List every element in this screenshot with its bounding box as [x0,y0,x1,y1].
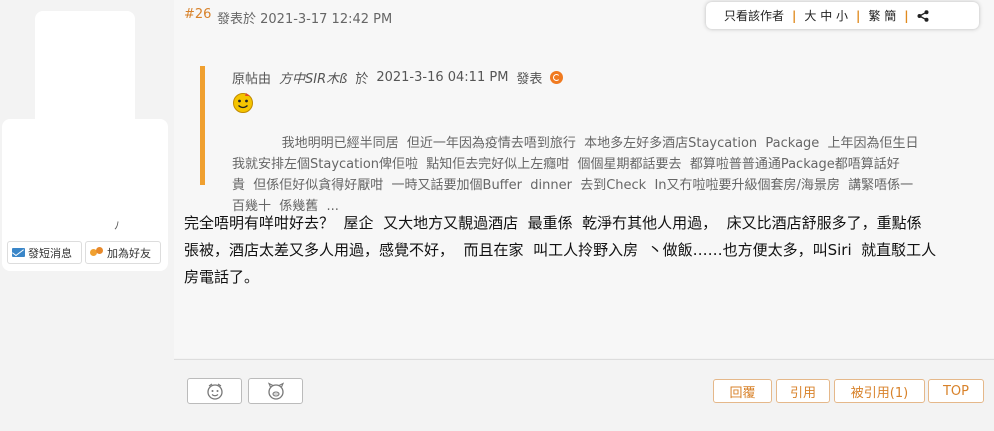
quote-header: 原帖由 方中SIR木ß 於 2021-3-16 04:11 PM 發表 [232,68,970,87]
post: #26 發表於 2021-3-17 12:42 PM 只看該作者 | 大 中 小… [174,0,994,358]
send-message-label: 發短消息 [28,246,72,260]
add-friend-button[interactable]: 加為好友 [85,241,161,264]
friends-icon [90,247,104,258]
smiley-emoji-icon [233,93,253,113]
avatar[interactable] [35,11,135,126]
toolbar-separator: | [856,8,861,23]
pig-icon [267,382,284,400]
toolbar-separator: | [904,8,909,23]
reply-button[interactable]: 回覆 [713,379,772,403]
script-switch[interactable]: 繁 簡 [868,7,896,24]
quote-at: 於 [355,72,369,87]
add-friend-label: 加為好友 [107,246,151,260]
post-toolbar: 只看該作者 | 大 中 小 | 繁 簡 | [706,2,979,29]
post-content: 完全唔明有咩咁好去？ 屋企 又大地方又靚過酒店 最重係 乾淨冇其他人用過， 床又… [184,214,937,286]
post-meta: 發表於 2021-3-17 12:42 PM [217,12,393,27]
quote-author[interactable]: 方中SIR木ß [279,68,347,87]
toolbar-separator: | [792,8,797,23]
face-icon [206,383,223,400]
pig-reaction-button[interactable] [248,378,303,404]
quote-button[interactable]: 引用 [776,379,830,403]
send-message-button[interactable]: 發短消息 [7,241,82,264]
back-to-top-button[interactable]: TOP [928,379,984,403]
quote-block: 原帖由 方中SIR木ß 於 2021-3-16 04:11 PM 發表 我地明明… [200,66,970,214]
quote-datetime: 2021-3-16 04:11 PM [376,70,509,85]
rate-button[interactable] [187,378,242,404]
quote-text: 我地明明已經半同居 但近一年因為疫情去唔到旅行 本地多左好多酒店Staycati… [232,136,919,214]
author-only-link[interactable]: 只看該作者 [724,7,784,24]
post-number[interactable]: #26 [184,7,211,22]
font-size-switch[interactable]: 大 中 小 [804,7,848,24]
post-footer: 回覆 引用 被引用(1) TOP [174,359,994,420]
quote-prefix: 原帖由 [232,72,272,87]
user-column: ﾉ 發短消息 加為好友 [0,0,174,431]
share-icon[interactable] [917,9,929,22]
user-card: ﾉ 發短消息 加為好友 [2,119,168,271]
quoted-by-button[interactable]: 被引用(1) [834,379,925,403]
user-info-stub: ﾉ [114,219,120,232]
mail-icon [12,248,25,257]
goto-original-icon[interactable] [550,71,564,84]
quote-posted: 發表 [516,72,543,87]
